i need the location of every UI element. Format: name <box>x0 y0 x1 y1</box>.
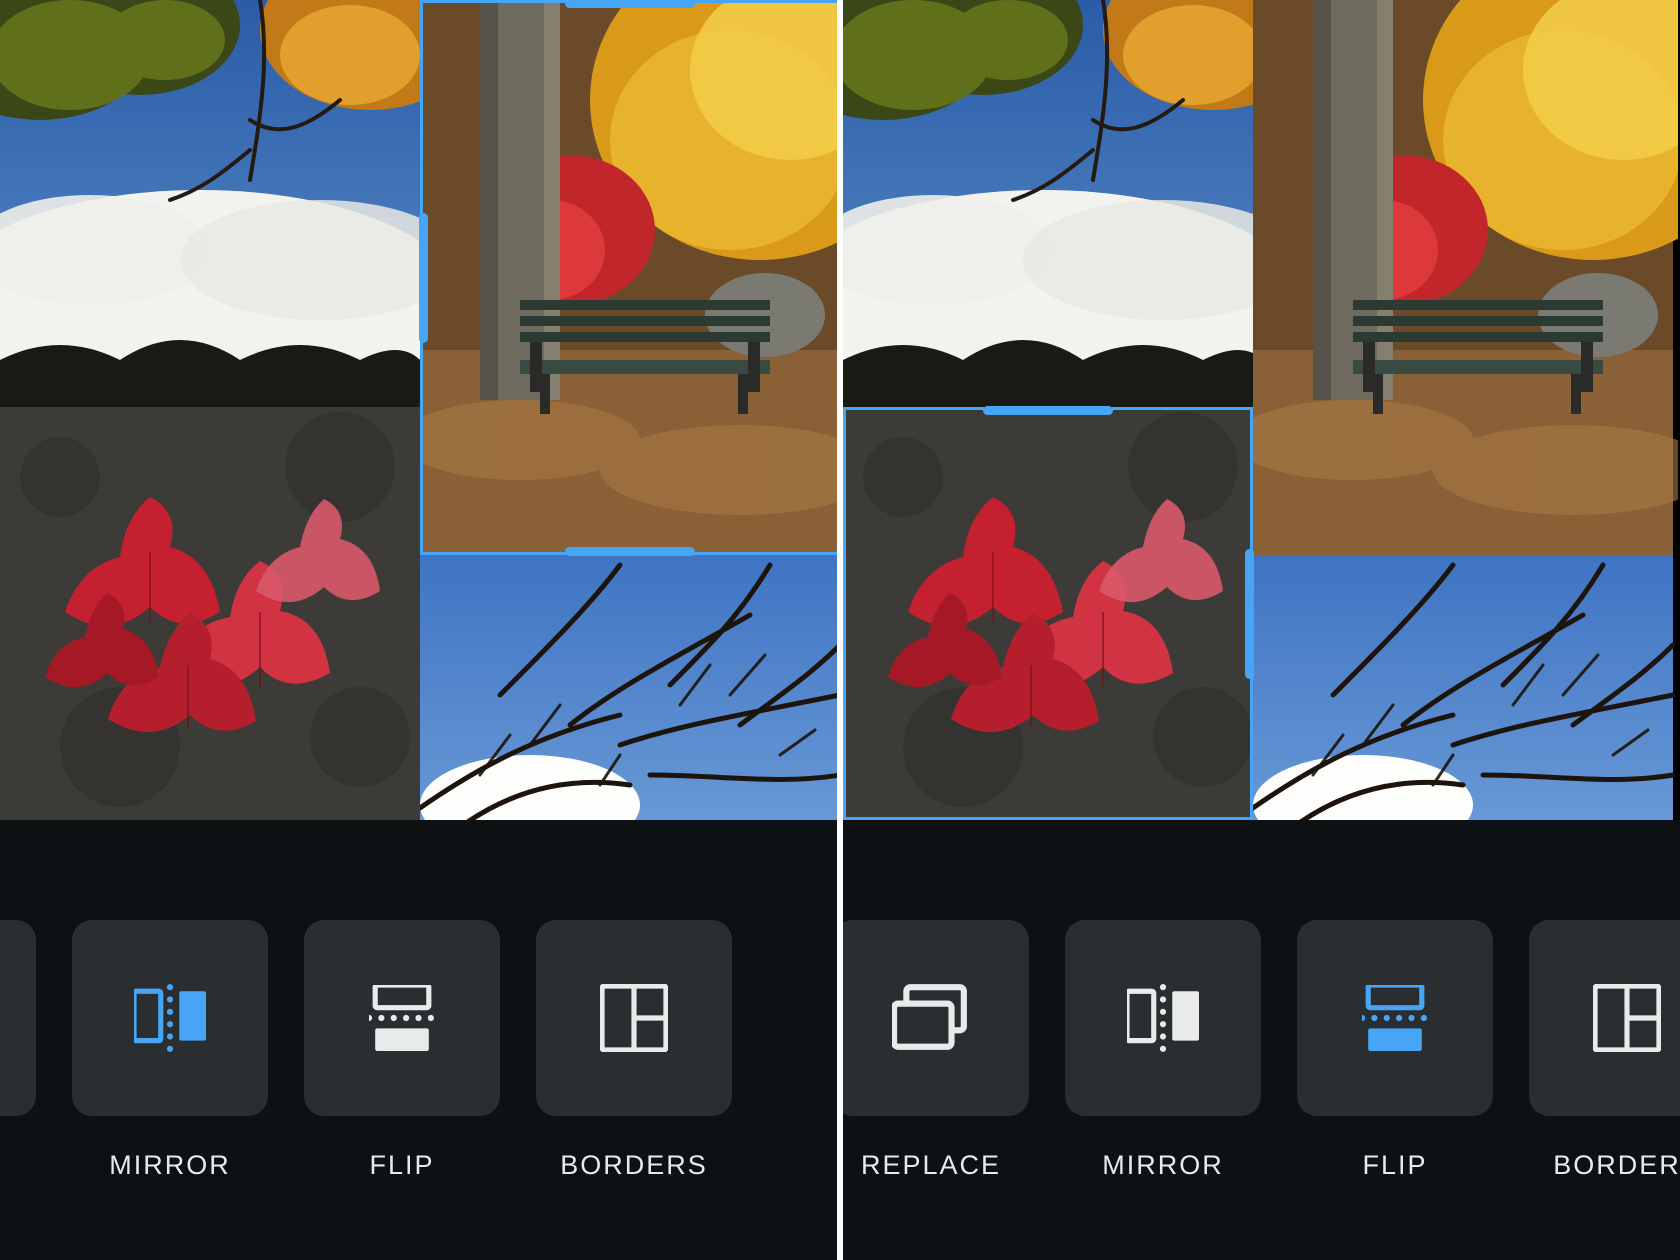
photo-sky-clouds <box>843 0 1253 407</box>
collage-cell-top-left[interactable] <box>843 0 1253 407</box>
collage-cell-bottom-left[interactable] <box>0 407 420 820</box>
collage-cell-top-right[interactable] <box>420 0 840 555</box>
borders-label: BORDERS <box>536 1150 732 1181</box>
collage-cell-top-left[interactable] <box>0 0 420 407</box>
flip-icon <box>1362 985 1428 1051</box>
replace-button[interactable] <box>0 920 36 1116</box>
borders-icon <box>1593 984 1661 1052</box>
bottom-toolbar: LACE MIRROR FLIP BORDERS <box>0 820 837 1260</box>
right-screenshot: REPLACE MIRROR FLIP BORDERS <box>840 0 1680 1260</box>
collage-cell-bottom-right[interactable] <box>1253 555 1678 820</box>
left-screenshot: LACE MIRROR FLIP BORDERS <box>0 0 840 1260</box>
mirror-label: MIRROR <box>72 1150 268 1181</box>
borders-button[interactable] <box>536 920 732 1116</box>
collage-cell-bottom-left[interactable] <box>843 407 1253 820</box>
flip-button[interactable] <box>1297 920 1493 1116</box>
borders-icon <box>600 984 668 1052</box>
photo-sky-clouds <box>0 0 420 407</box>
collage-canvas[interactable] <box>0 0 837 820</box>
mirror-icon <box>1127 983 1199 1053</box>
bottom-toolbar: REPLACE MIRROR FLIP BORDERS <box>843 820 1680 1260</box>
mirror-button[interactable] <box>1065 920 1261 1116</box>
photo-park-bench <box>1253 0 1678 555</box>
mirror-button[interactable] <box>72 920 268 1116</box>
flip-label: FLIP <box>304 1150 500 1181</box>
side-by-side-container: LACE MIRROR FLIP BORDERS <box>0 0 1680 1260</box>
flip-button[interactable] <box>304 920 500 1116</box>
flip-icon <box>369 985 435 1051</box>
borders-label: BORDERS <box>1529 1150 1680 1181</box>
collage-canvas[interactable] <box>843 0 1680 820</box>
borders-button[interactable] <box>1529 920 1680 1116</box>
photo-red-leaves <box>843 407 1253 820</box>
photo-park-bench <box>420 0 840 555</box>
photo-red-leaves <box>0 407 420 820</box>
replace-label: REPLACE <box>840 1150 1029 1181</box>
replace-button[interactable] <box>840 920 1029 1116</box>
replace-icon <box>892 983 970 1053</box>
collage-cell-bottom-right[interactable] <box>420 555 840 820</box>
mirror-label: MIRROR <box>1065 1150 1261 1181</box>
replace-label: LACE <box>0 1150 36 1181</box>
collage-cell-top-right[interactable] <box>1253 0 1678 555</box>
flip-label: FLIP <box>1297 1150 1493 1181</box>
photo-bare-branches <box>1253 555 1678 820</box>
mirror-icon <box>134 983 206 1053</box>
photo-bare-branches <box>420 555 840 820</box>
